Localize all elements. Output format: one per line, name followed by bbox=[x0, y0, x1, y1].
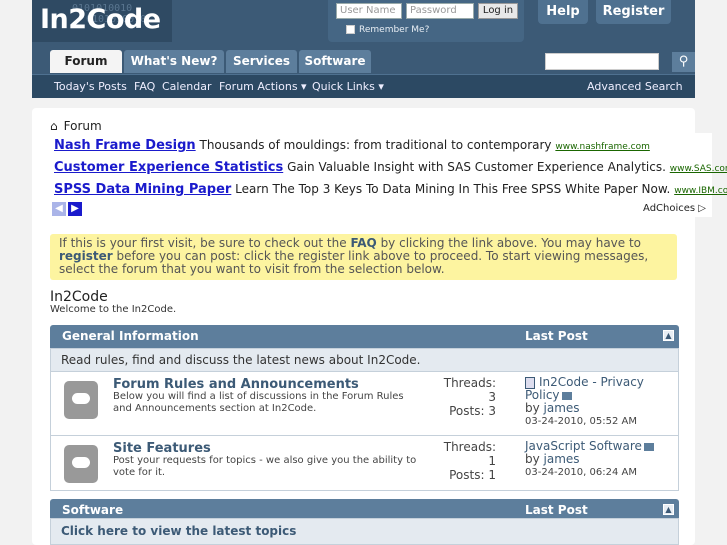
ad-title[interactable]: SPSS Data Mining Paper bbox=[54, 182, 231, 197]
site-description: Welcome to the In2Code. bbox=[50, 304, 177, 315]
subnav-quick-links[interactable]: Quick Links ▾ bbox=[312, 80, 384, 93]
category-description: Read rules, find and discuss the latest … bbox=[50, 348, 679, 372]
threads-count: 1 bbox=[488, 454, 496, 468]
posts-count: 1 bbox=[488, 468, 496, 482]
go-to-post-icon[interactable] bbox=[561, 391, 572, 400]
breadcrumb-forum[interactable]: Forum bbox=[64, 119, 102, 133]
threads-count: 3 bbox=[488, 390, 496, 404]
ad-title[interactable]: Nash Frame Design bbox=[54, 138, 196, 153]
forum-title[interactable]: Site Features bbox=[113, 441, 211, 456]
ad-title[interactable]: Customer Experience Statistics bbox=[54, 160, 283, 175]
remember-checkbox[interactable] bbox=[346, 25, 355, 34]
login-box: User Name Password Log in Remember Me? bbox=[328, 0, 524, 42]
site-title: In2Code bbox=[50, 289, 108, 305]
site-logo[interactable]: In2Code bbox=[40, 4, 161, 35]
last-post-user[interactable]: james bbox=[544, 401, 580, 415]
category-title[interactable]: General Information bbox=[62, 325, 199, 347]
subnav-calendar[interactable]: Calendar bbox=[162, 80, 211, 93]
logo-area: 0101010010 0101010010 In2Code bbox=[32, 0, 172, 42]
last-post-time: 06:24 AM bbox=[589, 467, 637, 478]
subnav-faq[interactable]: FAQ bbox=[134, 80, 155, 93]
posts-label: Posts: bbox=[449, 468, 485, 482]
last-post-date: 03-24-2010, bbox=[525, 467, 587, 478]
document-icon bbox=[525, 376, 535, 389]
sub-nav: Today's Posts FAQ Calendar Forum Actions… bbox=[32, 74, 695, 98]
last-post-info: In2Code - Privacy Policy by james 03-24-… bbox=[525, 376, 655, 428]
advanced-search-link[interactable]: Advanced Search bbox=[587, 80, 683, 93]
last-post-info: JavaScript Software by james 03-24-2010,… bbox=[525, 440, 665, 479]
notice-text: before you can post: click the register … bbox=[59, 249, 649, 276]
category-header-general[interactable]: General Information Last Post ▲ bbox=[50, 325, 679, 348]
ad-url[interactable]: www.nashframe.com bbox=[555, 142, 650, 152]
last-post-time: 05:52 AM bbox=[589, 416, 637, 427]
last-post-link[interactable]: JavaScript Software bbox=[525, 439, 642, 453]
forum-stats: Threads: 3 Posts: 3 bbox=[441, 376, 496, 418]
home-icon[interactable]: ⌂ bbox=[50, 119, 58, 133]
register-link[interactable]: register bbox=[59, 249, 113, 263]
latest-topics-link[interactable]: Click here to view the latest topics bbox=[50, 518, 679, 545]
last-post-user[interactable]: james bbox=[544, 452, 580, 466]
forum-description: Below you will find a list of discussion… bbox=[113, 391, 404, 414]
threads-label: Threads: bbox=[443, 376, 496, 390]
collapse-icon[interactable]: ▲ bbox=[663, 330, 674, 341]
login-button[interactable]: Log in bbox=[478, 3, 518, 19]
adchoices-link[interactable]: AdChoices ▷ bbox=[643, 203, 706, 214]
notice-text: by clicking the link above. You may have… bbox=[376, 236, 642, 250]
notice-text: If this is your first visit, be sure to … bbox=[59, 236, 351, 250]
ad-navigation: ◀ ▶ bbox=[52, 201, 84, 216]
forum-row: Forum Rules and Announcements Below you … bbox=[50, 372, 679, 436]
ad-url[interactable]: www.SAS.com bbox=[670, 164, 727, 174]
forum-status-icon bbox=[64, 445, 98, 483]
search-input[interactable] bbox=[545, 53, 659, 70]
forum-title[interactable]: Forum Rules and Announcements bbox=[113, 377, 359, 392]
forum-row: Site Features Post your requests for top… bbox=[50, 436, 679, 491]
by-label: by bbox=[525, 452, 540, 466]
username-input[interactable]: User Name bbox=[336, 3, 402, 19]
go-to-post-icon[interactable] bbox=[643, 442, 654, 451]
password-input[interactable]: Password bbox=[406, 3, 474, 19]
ad-item: SPSS Data Mining Paper Learn The Top 3 K… bbox=[54, 182, 727, 197]
forum-status-icon bbox=[64, 381, 98, 419]
ad-url[interactable]: www.IBM.com/ bbox=[674, 186, 727, 196]
posts-label: Posts: bbox=[449, 404, 485, 418]
ad-text: Thousands of mouldings: from traditional… bbox=[199, 138, 552, 152]
tab-services[interactable]: Services bbox=[226, 50, 297, 73]
ad-block: Nash Frame Design Thousands of mouldings… bbox=[44, 133, 727, 217]
tab-whats-new[interactable]: What's New? bbox=[124, 50, 224, 73]
subnav-todays-posts[interactable]: Today's Posts bbox=[54, 80, 127, 93]
ad-prev-icon[interactable]: ◀ bbox=[52, 202, 66, 216]
ad-item: Customer Experience Statistics Gain Valu… bbox=[54, 160, 727, 175]
ad-item: Nash Frame Design Thousands of mouldings… bbox=[54, 138, 650, 153]
faq-link[interactable]: FAQ bbox=[350, 236, 376, 250]
tab-software[interactable]: Software bbox=[299, 50, 371, 73]
by-label: by bbox=[525, 401, 540, 415]
breadcrumb: ⌂ Forum bbox=[50, 119, 102, 133]
remember-label: Remember Me? bbox=[359, 25, 430, 35]
last-post-header: Last Post bbox=[525, 329, 588, 343]
last-post-date: 03-24-2010, bbox=[525, 416, 587, 427]
last-post-link[interactable]: In2Code - Privacy Policy bbox=[525, 375, 644, 402]
ad-text: Gain Valuable Insight with SAS Customer … bbox=[287, 160, 666, 174]
welcome-notice: If this is your first visit, be sure to … bbox=[50, 234, 677, 280]
forum-stats: Threads: 1 Posts: 1 bbox=[441, 440, 496, 482]
site-header: 0101010010 0101010010 In2Code User Name … bbox=[32, 0, 695, 98]
collapse-icon[interactable]: ▲ bbox=[663, 504, 674, 515]
search-icon[interactable]: ⚲ bbox=[672, 52, 695, 72]
ad-next-icon[interactable]: ▶ bbox=[68, 202, 82, 216]
ad-text: Learn The Top 3 Keys To Data Mining In T… bbox=[235, 182, 671, 196]
register-button[interactable]: Register bbox=[596, 0, 671, 24]
tab-forum[interactable]: Forum bbox=[50, 50, 122, 73]
subnav-forum-actions[interactable]: Forum Actions ▾ bbox=[219, 80, 307, 93]
forum-description: Post your requests for topics - we also … bbox=[113, 455, 417, 478]
help-button[interactable]: Help bbox=[538, 0, 588, 24]
posts-count: 3 bbox=[488, 404, 496, 418]
remember-me[interactable]: Remember Me? bbox=[346, 25, 429, 35]
threads-label: Threads: bbox=[443, 440, 496, 454]
